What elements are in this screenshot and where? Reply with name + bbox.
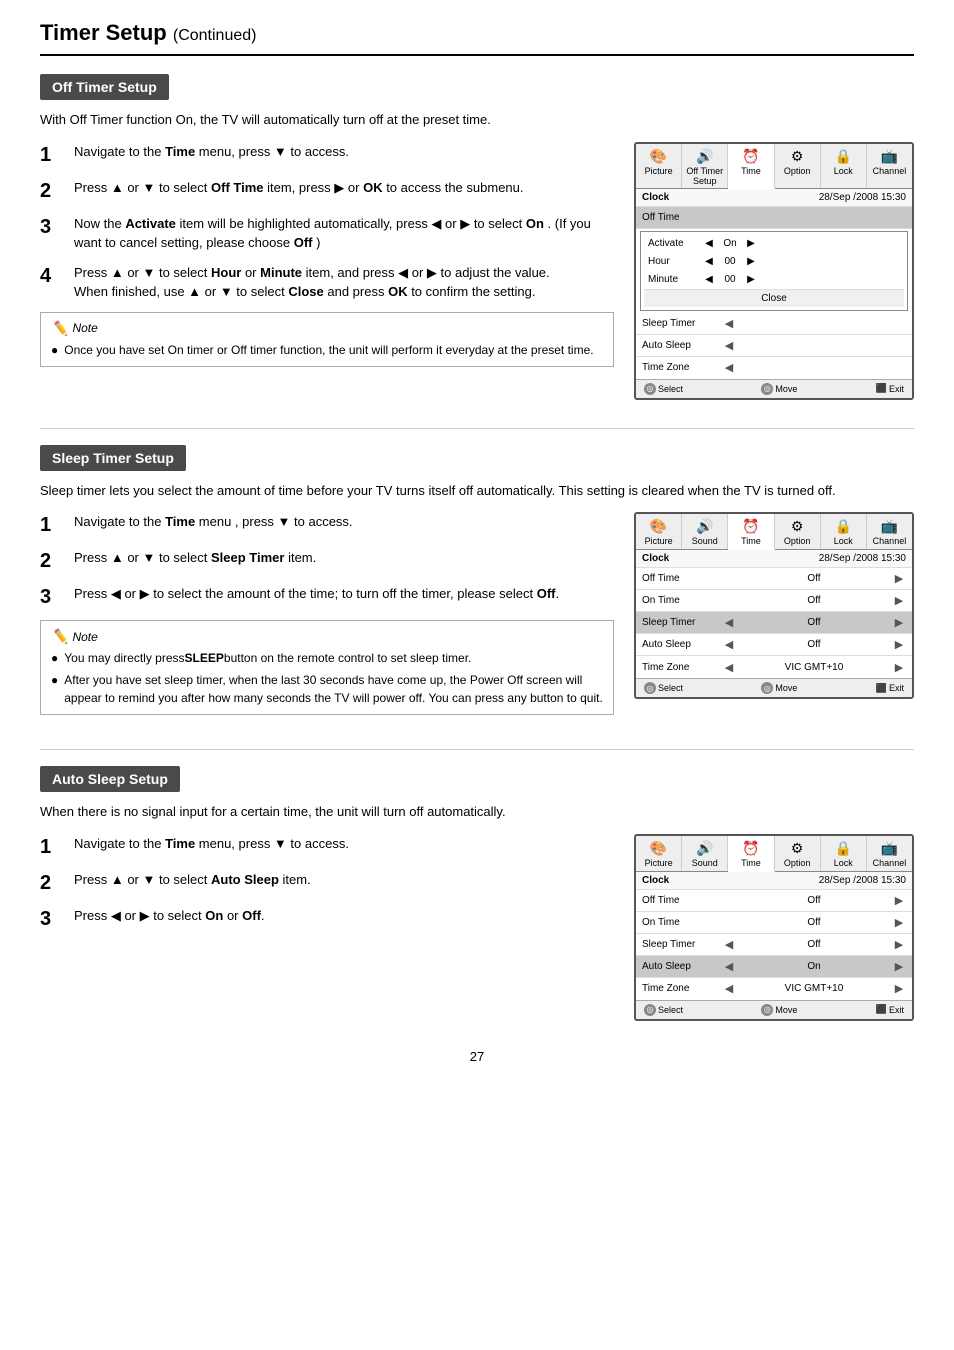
sleep-step-3: 3 Press ◀ or ▶ to select the amount of t… <box>40 584 614 610</box>
auto-sleep-desc: When there is no signal input for a cert… <box>40 802 914 822</box>
step-3: 3 Now the Activate item will be highligh… <box>40 214 614 253</box>
nav-channel-2: 📺 Channel <box>867 514 912 549</box>
page-title: Timer Setup (Continued) <box>40 20 914 56</box>
sleep-step-2: 2 Press ▲ or ▼ to select Sleep Timer ite… <box>40 548 614 574</box>
off-timer-desc: With Off Timer function On, the TV will … <box>40 110 914 130</box>
tv-row-sleeptimer: Sleep Timer ◀ <box>636 313 912 335</box>
tv-footer-3: ◎ Select ◎ Move ⬛ Exit <box>636 1000 912 1019</box>
auto-sleep-screen: 🎨 Picture 🔊 Sound ⏰ Time ⚙ Option <box>634 834 914 1021</box>
tv-sleep-offtime: Off Time Off ▶ <box>636 568 912 590</box>
sleep-step-1: 1 Navigate to the Time menu , press ▼ to… <box>40 512 614 538</box>
tv-auto-sleeptimer: Sleep Timer ◀ Off ▶ <box>636 934 912 956</box>
note-icon-2: ✏️ <box>51 628 68 645</box>
nav-option-2: ⚙ Option <box>775 514 821 549</box>
sleep-note-2: After you have set sleep timer, when the… <box>51 671 603 707</box>
page-number: 27 <box>40 1049 914 1064</box>
tv-auto-offtime: Off Time Off ▶ <box>636 890 912 912</box>
off-timer-section: Off Timer Setup With Off Timer function … <box>40 74 914 400</box>
tv-row-autosleep: Auto Sleep ◀ <box>636 335 912 357</box>
sleep-timer-section: Sleep Timer Setup Sleep timer lets you s… <box>40 445 914 722</box>
nav-sound: 🔊 Off Timer Setup <box>682 144 728 188</box>
nav-lock-3: 🔒 Lock <box>821 836 867 871</box>
continued-text: (Continued) <box>173 27 257 44</box>
sleep-timer-desc: Sleep timer lets you select the amount o… <box>40 481 914 501</box>
nav-lock-2: 🔒 Lock <box>821 514 867 549</box>
title-text: Timer Setup <box>40 20 167 45</box>
nav-picture: 🎨 Picture <box>636 144 682 188</box>
auto-step-2: 2 Press ▲ or ▼ to select Auto Sleep item… <box>40 870 614 896</box>
nav-lock: 🔒 Lock <box>821 144 867 188</box>
off-timer-steps: 1 Navigate to the Time menu, press ▼ to … <box>40 142 614 373</box>
auto-step-3: 3 Press ◀ or ▶ to select On or Off. <box>40 906 614 932</box>
nav-channel-3: 📺 Channel <box>867 836 912 871</box>
tv-row-timezone: Time Zone ◀ <box>636 357 912 379</box>
off-timer-header: Off Timer Setup <box>40 74 169 100</box>
step-4: 4 Press ▲ or ▼ to select Hour or Minute … <box>40 263 614 302</box>
nav-picture-3: 🎨 Picture <box>636 836 682 871</box>
off-timer-screen: 🎨 Picture 🔊 Off Timer Setup ⏰ Time ⚙ Opt… <box>634 142 914 400</box>
tv-nav-off-timer: 🎨 Picture 🔊 Off Timer Setup ⏰ Time ⚙ Opt… <box>636 144 912 189</box>
tv-auto-autosleep: Auto Sleep ◀ On ▶ <box>636 956 912 978</box>
tv-footer-1: ◎ Select ◎ Move ⬛ Exit <box>636 379 912 398</box>
note-item-1: Once you have set On timer or Off timer … <box>51 341 603 359</box>
auto-sleep-steps: 1 Navigate to the Time menu, press ▼ to … <box>40 834 614 942</box>
nav-time-3: ⏰ Time <box>728 836 774 872</box>
step-1: 1 Navigate to the Time menu, press ▼ to … <box>40 142 614 168</box>
tv-sleep-sleeptimer: Sleep Timer ◀ Off ▶ <box>636 612 912 634</box>
tv-nav-auto: 🎨 Picture 🔊 Sound ⏰ Time ⚙ Option <box>636 836 912 872</box>
nav-option: ⚙ Option <box>775 144 821 188</box>
nav-channel: 📺 Channel <box>867 144 912 188</box>
sleep-timer-steps: 1 Navigate to the Time menu , press ▼ to… <box>40 512 614 721</box>
tv-auto-timezone: Time Zone ◀ VIC GMT+10 ▶ <box>636 978 912 1000</box>
sleep-timer-header: Sleep Timer Setup <box>40 445 186 471</box>
step-2: 2 Press ▲ or ▼ to select Off Time item, … <box>40 178 614 204</box>
tv-submenu: Activate ◀ On ▶ Hour ◀ 00 ▶ Minute <box>640 231 908 311</box>
auto-sleep-header: Auto Sleep Setup <box>40 766 180 792</box>
nav-sound-2: 🔊 Sound <box>682 514 728 549</box>
nav-picture-2: 🎨 Picture <box>636 514 682 549</box>
tv-sleep-autosleep: Auto Sleep ◀ Off ▶ <box>636 634 912 656</box>
note-icon: ✏️ <box>51 320 68 337</box>
tv-nav-sleep: 🎨 Picture 🔊 Sound ⏰ Time ⚙ Option <box>636 514 912 550</box>
tv-footer-2: ◎ Select ◎ Move ⬛ Exit <box>636 678 912 697</box>
tv-sleep-timezone: Time Zone ◀ VIC GMT+10 ▶ <box>636 656 912 678</box>
sleep-timer-screen: 🎨 Picture 🔊 Sound ⏰ Time ⚙ Option <box>634 512 914 699</box>
tv-sleep-ontime: On Time Off ▶ <box>636 590 912 612</box>
nav-option-3: ⚙ Option <box>775 836 821 871</box>
tv-auto-ontime: On Time Off ▶ <box>636 912 912 934</box>
auto-step-1: 1 Navigate to the Time menu, press ▼ to … <box>40 834 614 860</box>
off-timer-note: ✏️ Note Once you have set On timer or Of… <box>40 312 614 367</box>
tv-row-offtime: Off Time <box>636 207 912 229</box>
sleep-timer-note: ✏️ Note You may directly press SLEEP but… <box>40 620 614 715</box>
sleep-note-1: You may directly press SLEEP button on t… <box>51 649 603 667</box>
nav-time-2: ⏰ Time <box>728 514 774 550</box>
nav-time: ⏰ Time <box>728 144 774 189</box>
auto-sleep-section: Auto Sleep Setup When there is no signal… <box>40 766 914 1021</box>
nav-sound-3: 🔊 Sound <box>682 836 728 871</box>
